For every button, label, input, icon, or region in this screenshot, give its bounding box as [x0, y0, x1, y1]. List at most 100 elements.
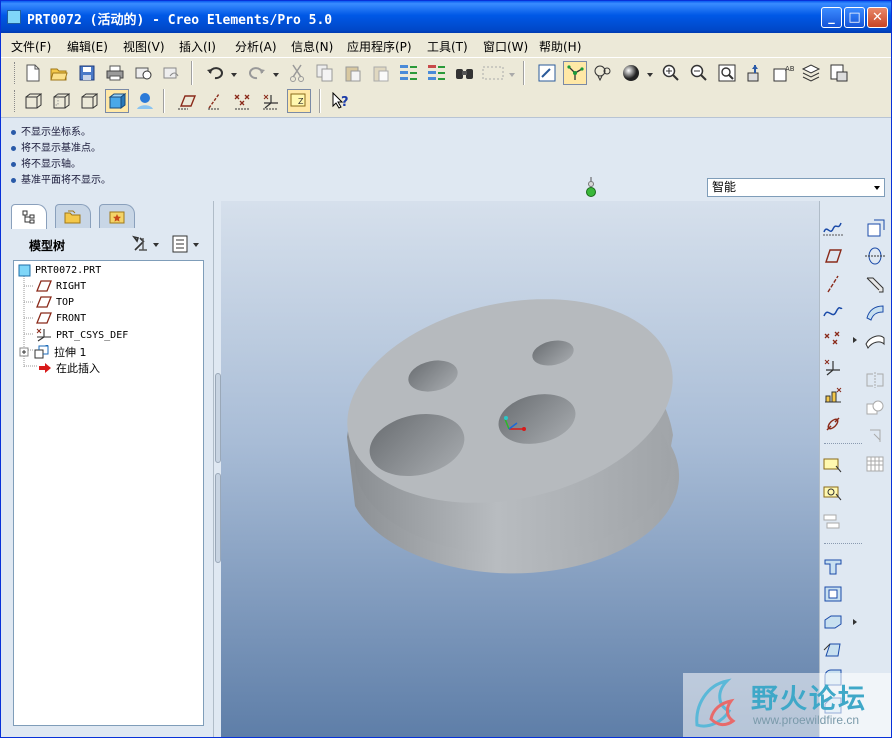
- orient-mode-icon[interactable]: [591, 61, 615, 85]
- annotation-tool-icon[interactable]: [820, 453, 846, 479]
- context-help-icon[interactable]: ?: [329, 89, 353, 113]
- wireframe-icon[interactable]: [21, 89, 45, 113]
- refit-icon[interactable]: [715, 61, 739, 85]
- sweep-tool-icon[interactable]: [862, 271, 888, 297]
- trim-tool-icon[interactable]: [862, 423, 888, 449]
- analysis-tool-icon[interactable]: [820, 383, 846, 409]
- boundary-blend-tool-icon[interactable]: [862, 327, 888, 353]
- tab-model-tree[interactable]: [11, 204, 47, 229]
- menu-window[interactable]: 窗口(W): [483, 38, 528, 55]
- reorient-icon[interactable]: [743, 61, 767, 85]
- tree-item-right[interactable]: RIGHT: [36, 280, 86, 292]
- send-mail-icon[interactable]: [131, 61, 155, 85]
- menu-tools[interactable]: 工具(T): [427, 38, 468, 55]
- menu-insert[interactable]: 插入(I): [179, 38, 216, 55]
- redo-icon[interactable]: [245, 61, 269, 85]
- send-link-icon[interactable]: [159, 61, 183, 85]
- appearance-dropdown-icon[interactable]: [647, 73, 653, 77]
- tree-item-part[interactable]: PRT0072.PRT: [18, 264, 101, 277]
- datum-point-flyout-icon[interactable]: [853, 337, 857, 343]
- datum-point-tool-icon[interactable]: [820, 327, 846, 353]
- select-dropdown-icon[interactable]: [509, 73, 515, 77]
- layers-icon[interactable]: [799, 61, 823, 85]
- repaint-icon[interactable]: [535, 61, 559, 85]
- link-tool-icon[interactable]: [820, 411, 846, 437]
- find-icon[interactable]: [453, 61, 477, 85]
- zoom-out-icon[interactable]: [687, 61, 711, 85]
- selection-filter-select[interactable]: 智能: [707, 178, 885, 197]
- csys-display-icon[interactable]: [259, 89, 283, 113]
- tree-settings-button[interactable]: [131, 234, 161, 254]
- menu-applications[interactable]: 应用程序(P): [347, 38, 412, 55]
- datum-curve-tool-icon[interactable]: [820, 299, 846, 325]
- extrude-tool-icon[interactable]: [820, 553, 846, 579]
- maximize-button[interactable]: □: [844, 7, 865, 28]
- tree-show-button[interactable]: [171, 234, 203, 254]
- tree-item-top[interactable]: TOP: [36, 296, 74, 308]
- no-hidden-icon[interactable]: [77, 89, 101, 113]
- datum-axis-tool-icon[interactable]: [820, 271, 846, 297]
- merge-tool-icon[interactable]: [862, 395, 888, 421]
- menu-info[interactable]: 信息(N): [291, 38, 333, 55]
- spin-center-icon[interactable]: [563, 61, 587, 85]
- saved-views-icon[interactable]: AB: [771, 61, 795, 85]
- model-tree-display-icon[interactable]: [133, 89, 157, 113]
- revolve-tool-icon[interactable]: [862, 243, 888, 269]
- graphics-window[interactable]: [221, 201, 819, 737]
- menu-view[interactable]: 视图(V): [123, 38, 165, 55]
- cut-icon[interactable]: [285, 61, 309, 85]
- pattern-tool-icon[interactable]: [862, 451, 888, 477]
- close-button[interactable]: ✕: [867, 7, 888, 28]
- annotation-display-icon[interactable]: Z: [287, 89, 311, 113]
- hole-tool-icon[interactable]: [862, 215, 888, 241]
- tree-item-front[interactable]: FRONT: [36, 312, 86, 324]
- tree-item-csys[interactable]: PRT_CSYS_DEF: [36, 328, 128, 342]
- menu-help[interactable]: 帮助(H): [539, 38, 581, 55]
- mirror-tool-icon[interactable]: [862, 367, 888, 393]
- sketch-tool-icon[interactable]: [820, 215, 846, 241]
- regeneration-manager-icon[interactable]: [425, 61, 449, 85]
- hidden-line-icon[interactable]: [49, 89, 73, 113]
- save-icon[interactable]: [75, 61, 99, 85]
- menu-edit[interactable]: 编辑(E): [67, 38, 108, 55]
- datum-csys-tool-icon[interactable]: [820, 355, 846, 381]
- regeneration-status-icon[interactable]: [585, 176, 597, 198]
- undo-dropdown-icon[interactable]: [231, 73, 237, 77]
- shell-tool-icon[interactable]: [820, 581, 846, 607]
- redo-dropdown-icon[interactable]: [273, 73, 279, 77]
- menu-file[interactable]: 文件(F): [11, 38, 51, 55]
- open-icon[interactable]: [47, 61, 71, 85]
- minimize-button[interactable]: _: [821, 7, 842, 28]
- point-display-icon[interactable]: [231, 89, 255, 113]
- datum-plane-tool-icon[interactable]: [820, 243, 846, 269]
- new-icon[interactable]: [21, 61, 45, 85]
- draft-tool-icon[interactable]: [820, 637, 846, 663]
- tree-item-extrude[interactable]: 拉伸 1: [18, 344, 87, 360]
- select-box-icon[interactable]: [481, 61, 505, 85]
- navigator-splitter[interactable]: [213, 201, 221, 737]
- toolbar-grip[interactable]: [14, 62, 17, 84]
- paste-icon[interactable]: [341, 61, 365, 85]
- annotation-element-icon[interactable]: [820, 509, 846, 535]
- appearance-gallery-icon[interactable]: [619, 61, 643, 85]
- axis-display-icon[interactable]: [203, 89, 227, 113]
- tree-item-insert-here[interactable]: 在此插入: [38, 360, 100, 376]
- rib-tool-icon[interactable]: [820, 609, 846, 635]
- model-3d-view[interactable]: [221, 201, 819, 737]
- plane-display-icon[interactable]: [175, 89, 199, 113]
- paste-special-icon[interactable]: [369, 61, 393, 85]
- view-manager-icon[interactable]: [827, 61, 851, 85]
- tab-favorites[interactable]: [99, 204, 135, 228]
- undo-icon[interactable]: [203, 61, 227, 85]
- tab-folder-browser[interactable]: [55, 204, 91, 228]
- toolbar-grip[interactable]: [14, 90, 17, 112]
- print-icon[interactable]: [103, 61, 127, 85]
- rib-flyout-icon[interactable]: [853, 619, 857, 625]
- blend-tool-icon[interactable]: [862, 299, 888, 325]
- copy-icon[interactable]: [313, 61, 337, 85]
- annotation-feature-icon[interactable]: [820, 481, 846, 507]
- menu-analysis[interactable]: 分析(A): [235, 38, 277, 55]
- regenerate-icon[interactable]: [397, 61, 421, 85]
- shading-icon[interactable]: [105, 89, 129, 113]
- zoom-in-icon[interactable]: [659, 61, 683, 85]
